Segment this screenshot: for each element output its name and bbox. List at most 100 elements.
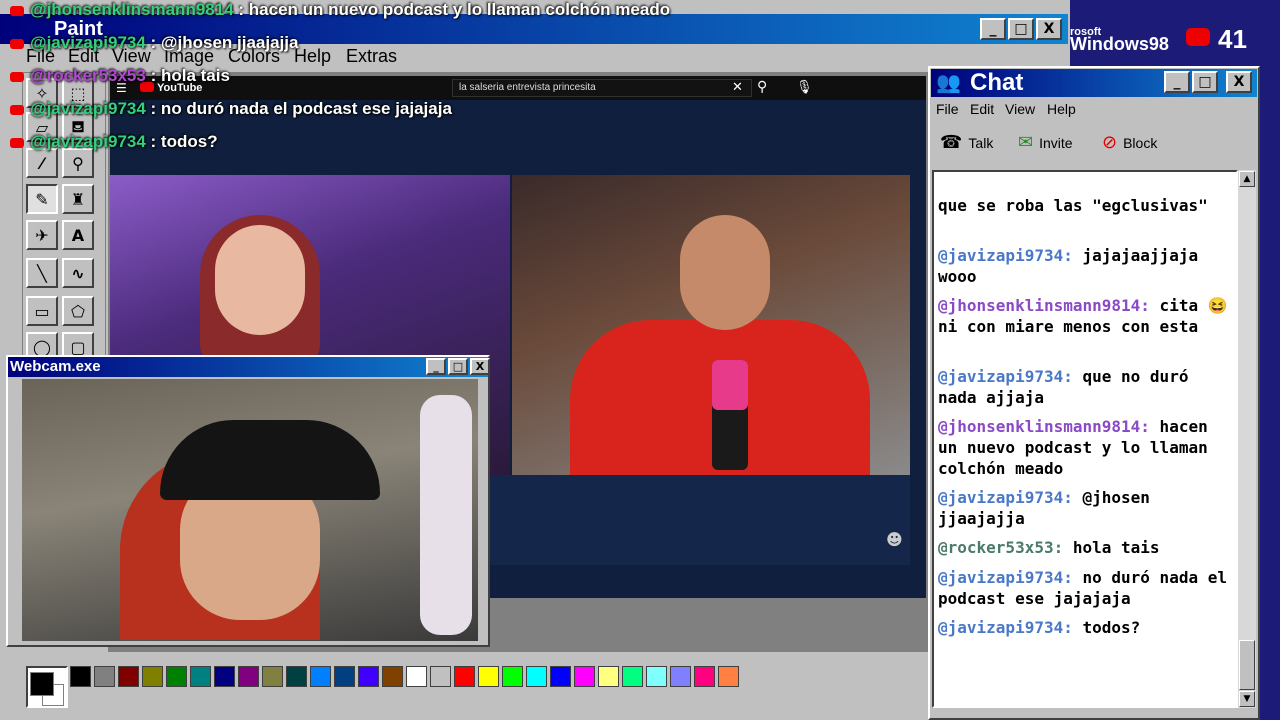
palette-swatch[interactable] <box>478 666 499 687</box>
chat-close-button[interactable]: X <box>1226 71 1252 93</box>
chat-username: @javizapi9734: <box>938 568 1073 587</box>
palette-swatch[interactable] <box>526 666 547 687</box>
chat-message: @jhonsenklinsmann9814: hacen un nuevo po… <box>938 416 1234 479</box>
chat-text: todos? <box>1072 618 1141 637</box>
palette-swatch[interactable] <box>502 666 523 687</box>
palette-swatch[interactable] <box>358 666 379 687</box>
overlay-chat-line: @jhonsenklinsmann9814 : hacen un nuevo p… <box>10 0 670 22</box>
avatar-icon[interactable]: ☻ <box>886 530 903 549</box>
overlay-chat-line: @javizapi9734 : todos? <box>10 132 218 154</box>
chat-users-icon: 👥 <box>936 70 961 94</box>
palette-swatch[interactable] <box>454 666 475 687</box>
minimize-button[interactable]: _ <box>980 18 1006 40</box>
pencil-icon[interactable]: ✎ <box>26 184 58 214</box>
chat-menu-file[interactable]: File <box>936 101 959 117</box>
palette-swatch[interactable] <box>94 666 115 687</box>
scroll-down-icon[interactable]: ▼ <box>1239 691 1255 707</box>
chat-menu-view[interactable]: View <box>1005 101 1035 117</box>
palette-swatch[interactable] <box>262 666 283 687</box>
invite-label: Invite <box>1039 134 1073 151</box>
chat-username: @javizapi9734: <box>938 488 1073 507</box>
brush-icon[interactable]: ♜ <box>62 184 94 214</box>
chat-menu-edit[interactable]: Edit <box>970 101 994 117</box>
chat-message: @javizapi9734: no duró nada el podcast e… <box>938 567 1234 609</box>
invite-button[interactable]: ✉ Invite <box>1018 132 1073 153</box>
palette-swatch[interactable] <box>286 666 307 687</box>
overlay-chat-line: @javizapi9734 : @jhosen jjaajajja <box>10 33 298 55</box>
chat-minimize-button[interactable]: _ <box>1164 71 1190 93</box>
menu-help[interactable]: Help <box>294 46 331 67</box>
palette-swatch[interactable] <box>574 666 595 687</box>
microphone-icon[interactable]: 🎙 <box>796 80 813 95</box>
palette-swatch[interactable] <box>406 666 427 687</box>
foreground-color[interactable] <box>30 672 54 696</box>
palette-swatch[interactable] <box>646 666 667 687</box>
chat-menu-help[interactable]: Help <box>1047 101 1076 117</box>
polygon-icon[interactable]: ⬠ <box>62 296 94 326</box>
palette-swatch[interactable] <box>214 666 235 687</box>
overlay-chat-user: @jhonsenklinsmann9814 <box>30 0 234 19</box>
chat-message: que se roba las "egclusivas" <box>938 195 1234 216</box>
webcam-title: Webcam.exe <box>10 358 101 375</box>
chat-username: @javizapi9734: <box>938 618 1073 637</box>
subscriber-count: 41 <box>1218 24 1247 54</box>
chat-message: @rocker53x53: hola tais <box>938 537 1234 558</box>
chat-message: @javizapi9734: que no duró nada ajjaja <box>938 366 1234 408</box>
youtube-icon <box>10 5 24 16</box>
airbrush-icon[interactable]: ✈ <box>26 220 58 250</box>
palette-swatch[interactable] <box>70 666 91 687</box>
palette-swatch[interactable] <box>166 666 187 687</box>
person-left-face <box>215 225 305 335</box>
youtube-icon <box>10 137 24 148</box>
youtube-icon <box>10 38 24 49</box>
overlay-chat-text: : no duró nada el podcast ese jajajaja <box>150 99 452 118</box>
close-button[interactable]: X <box>1036 18 1062 40</box>
webcam-person-cap <box>160 420 380 500</box>
chat-username: @rocker53x53: <box>938 538 1064 557</box>
youtube-icon <box>10 104 24 115</box>
mic-cover <box>712 360 748 410</box>
palette-swatch[interactable] <box>310 666 331 687</box>
palette-swatch[interactable] <box>598 666 619 687</box>
webcam-maximize-button[interactable]: □ <box>448 358 468 375</box>
block-label: Block <box>1123 134 1158 151</box>
block-button[interactable]: ⊘ Block <box>1102 132 1157 153</box>
menu-extras[interactable]: Extras <box>346 46 397 67</box>
clear-search-icon[interactable]: ✕ <box>732 80 743 95</box>
search-icon[interactable]: ⚲ <box>757 79 767 95</box>
palette-swatch[interactable] <box>622 666 643 687</box>
palette-swatch[interactable] <box>190 666 211 687</box>
palette-swatch[interactable] <box>334 666 355 687</box>
palette-swatch[interactable] <box>118 666 139 687</box>
scroll-up-icon[interactable]: ▲ <box>1239 171 1255 187</box>
youtube-icon <box>1186 28 1210 46</box>
overlay-chat-text: : @jhosen jjaajajja <box>150 33 299 52</box>
webcam-close-button[interactable]: X <box>470 358 490 375</box>
palette-swatch[interactable] <box>694 666 715 687</box>
text-icon[interactable]: A <box>62 220 94 250</box>
scroll-thumb[interactable] <box>1239 640 1255 690</box>
palette-swatch[interactable] <box>670 666 691 687</box>
palette-swatch[interactable] <box>382 666 403 687</box>
webcam-minimize-button[interactable]: _ <box>426 358 446 375</box>
chat-maximize-button[interactable]: □ <box>1192 71 1218 93</box>
rectangle-icon[interactable]: ▭ <box>26 296 58 326</box>
talk-icon: ☎ <box>940 132 963 153</box>
chat-scrollbar[interactable] <box>1238 170 1256 708</box>
palette-swatch[interactable] <box>142 666 163 687</box>
chat-username: @javizapi9734: <box>938 246 1073 265</box>
chat-message: @javizapi9734: todos? <box>938 617 1234 638</box>
windows98-logo: Windows98 <box>1070 34 1169 54</box>
palette-swatch[interactable] <box>718 666 739 687</box>
palette-swatch[interactable] <box>430 666 451 687</box>
youtube-search-input[interactable]: la salseria entrevista princesita <box>452 79 752 97</box>
maximize-button[interactable]: □ <box>1008 18 1034 40</box>
chat-text: hola tais <box>1063 538 1160 557</box>
curve-icon[interactable]: ∿ <box>62 258 94 288</box>
youtube-icon <box>10 71 24 82</box>
talk-button[interactable]: ☎ Talk <box>940 132 993 153</box>
palette-swatch[interactable] <box>550 666 571 687</box>
line-icon[interactable]: ╲ <box>26 258 58 288</box>
person-right-face <box>680 215 770 330</box>
palette-swatch[interactable] <box>238 666 259 687</box>
